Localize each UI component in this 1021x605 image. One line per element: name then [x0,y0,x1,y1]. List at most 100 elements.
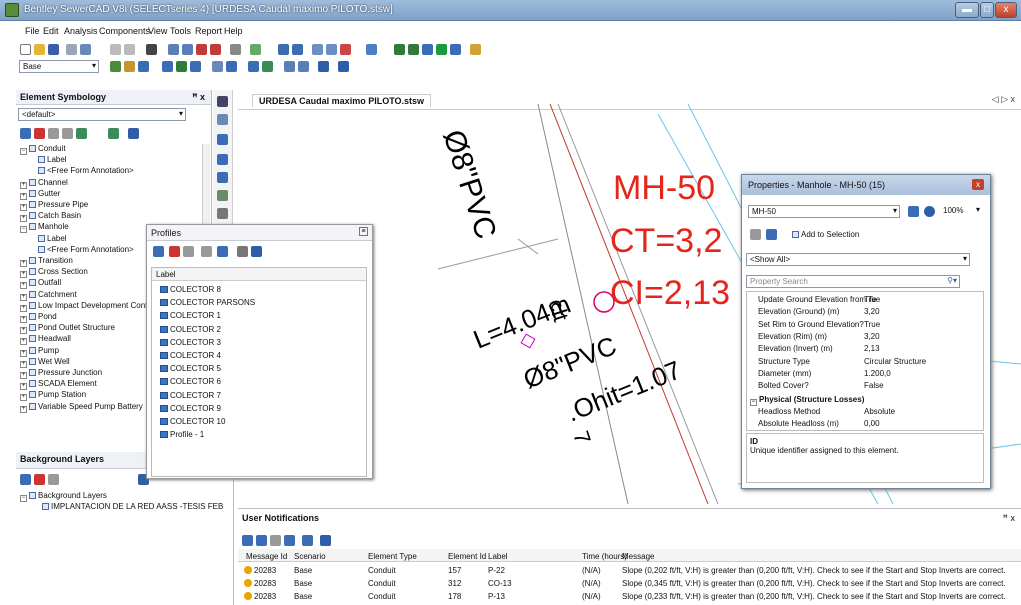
options-icon[interactable] [470,44,481,55]
delete-icon[interactable] [34,128,45,139]
column-header[interactable]: Time (hours) [582,552,627,561]
checkbox-icon[interactable] [792,231,799,238]
expand-icon[interactable]: + [20,293,27,301]
expand-icon[interactable]: + [20,282,27,290]
property-value[interactable]: 3,20 [864,307,880,316]
list-item[interactable]: COLECTOR 3 [160,338,221,347]
close-button[interactable]: x [995,2,1017,18]
property-row[interactable]: Set Rim to Ground Elevation? True [750,320,974,331]
scenario-combo[interactable]: Base ▾ [19,60,99,73]
checkbox-icon[interactable] [29,380,36,388]
scenario-icon[interactable] [110,61,121,72]
help-icon[interactable] [251,246,262,257]
property-value[interactable]: True [864,295,880,304]
view-icon[interactable] [217,246,228,257]
rename-icon[interactable] [48,128,59,139]
print-preview-icon[interactable] [80,44,91,55]
save-icon[interactable] [242,535,253,546]
alternatives-icon[interactable] [124,61,135,72]
property-row[interactable]: Structure Type Circular Structure [750,357,974,368]
tree-item[interactable]: + Transition [20,256,73,267]
list-item[interactable]: COLECTOR 8 [160,285,221,294]
checkbox-icon[interactable] [29,402,36,410]
pond-tool-icon[interactable] [217,190,228,201]
print-icon[interactable] [66,44,77,55]
list-item[interactable]: COLECTOR 10 [160,417,225,426]
rename-icon[interactable] [183,246,194,257]
tree-item[interactable]: <Free Form Annotation> [38,166,134,175]
add-to-selection[interactable]: Add to Selection [792,230,859,239]
zoom-window-icon[interactable] [182,44,193,55]
zoom-out-icon[interactable] [210,44,221,55]
new-icon[interactable] [20,474,31,485]
thematic-icon[interactable] [340,44,351,55]
tree-item[interactable]: + Wet Well [20,357,70,368]
flextables-icon[interactable] [278,44,289,55]
checkbox-icon[interactable] [29,357,36,365]
menu-tools[interactable]: Tools [170,26,191,36]
expand-icon[interactable]: + [20,204,27,211]
checkbox-icon[interactable] [29,335,36,343]
checkbox-icon[interactable] [29,279,36,287]
menu-components[interactable]: Components [99,26,150,36]
compute-icon[interactable] [394,44,405,55]
delete-icon[interactable] [34,474,45,485]
calc-options-icon[interactable] [422,44,433,55]
close-icon[interactable]: x [972,179,984,190]
expand-icon[interactable]: + [20,383,27,391]
layout-icon[interactable] [212,61,223,72]
manager-icon[interactable] [162,61,173,72]
redo-icon[interactable] [124,44,135,55]
tree-item[interactable]: + Channel [20,178,68,189]
menu-edit[interactable]: Edit [43,26,59,36]
checkbox-icon[interactable] [29,391,36,399]
new-icon[interactable] [20,44,31,55]
collapse-icon[interactable]: − [20,495,27,502]
tree-item[interactable]: + Low Impact Development Contro [20,301,155,312]
checkbox-icon[interactable] [38,156,45,164]
edit-icon[interactable] [201,246,212,257]
layout3-icon[interactable] [248,61,259,72]
layout6-icon[interactable] [298,61,309,72]
collapse-icon[interactable]: − [750,399,757,406]
checkbox-icon[interactable] [29,346,36,354]
tree-item[interactable]: + Pond [20,312,57,323]
menu-file[interactable]: File [25,26,40,36]
report-icon[interactable] [450,44,461,55]
zoom-to-icon[interactable] [284,535,295,546]
tree-item[interactable]: + Gutter [20,189,60,200]
column-header[interactable]: Message Id [246,552,287,561]
tree-item[interactable]: + Pressure Pipe [20,200,88,211]
property-value[interactable]: False [864,381,884,390]
property-value[interactable]: Absolute [864,407,895,416]
wrench-icon[interactable] [237,246,248,257]
layout8-icon[interactable] [338,61,349,72]
catch-basin-tool-icon[interactable] [217,154,228,165]
expand-icon[interactable]: + [20,215,27,223]
close-icon[interactable]: ≡ [359,227,368,236]
property-row[interactable]: Diameter (mm) 1.200,0 [750,369,974,380]
property-row[interactable]: Elevation (Ground) (m) 3,20 [750,307,974,318]
new-icon[interactable] [20,128,31,139]
expand-icon[interactable]: + [20,181,27,189]
menu-report[interactable]: Report [195,26,222,36]
zoom-extents-icon[interactable] [168,44,179,55]
expand-icon[interactable]: + [20,271,27,279]
select-icon[interactable] [217,96,228,107]
pin-close-icon[interactable]: ꟸ x [1003,513,1015,524]
expand-icon[interactable]: + [20,327,27,335]
edit-icon[interactable] [62,128,73,139]
open-icon[interactable] [34,44,45,55]
list-item[interactable]: COLECTOR 6 [160,377,221,386]
tree-item[interactable]: Label [38,234,67,243]
find-icon[interactable] [146,44,157,55]
validate-icon[interactable] [408,44,419,55]
expand-icon[interactable]: + [20,394,27,402]
graphs-icon[interactable] [292,44,303,55]
help-icon[interactable] [128,128,139,139]
zoom-in-icon[interactable] [196,44,207,55]
print-icon[interactable] [270,535,281,546]
tree-item[interactable]: − Manhole [20,222,69,234]
layout-tool-icon[interactable] [217,114,228,125]
list-item[interactable]: COLECTOR PARSONS [160,298,255,307]
